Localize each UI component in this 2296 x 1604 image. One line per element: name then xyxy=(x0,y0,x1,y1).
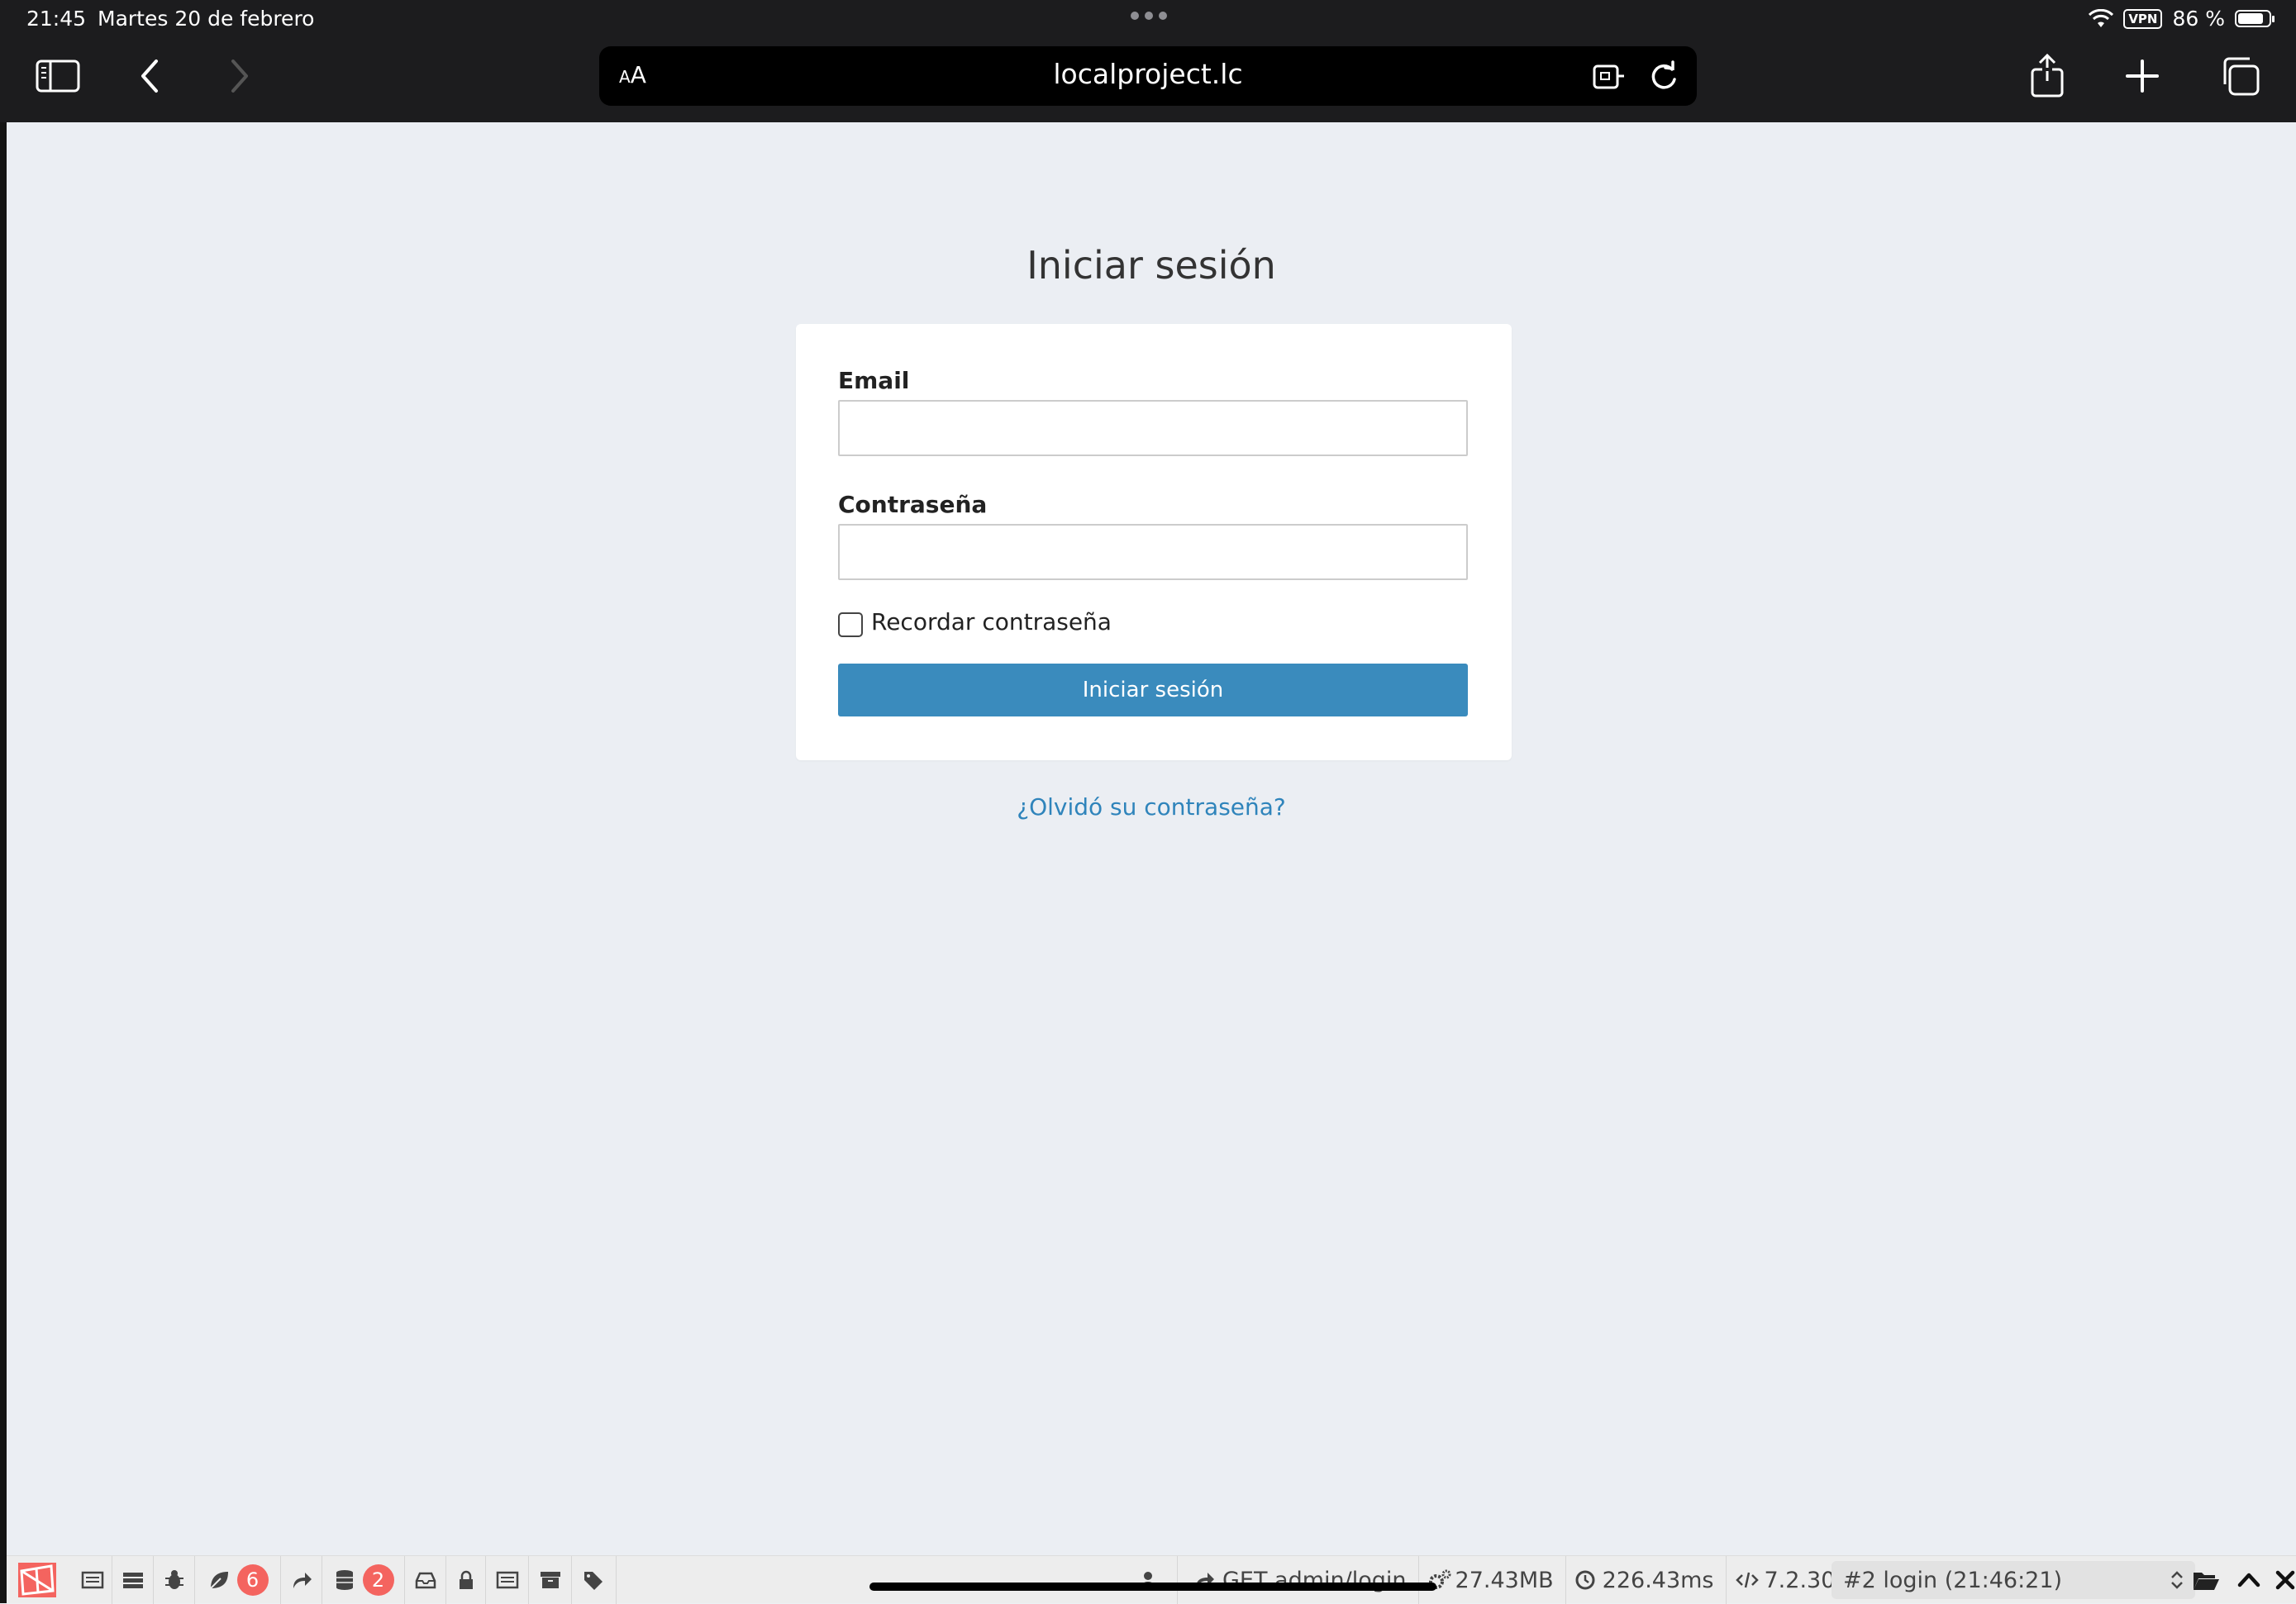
archive-icon xyxy=(540,1572,560,1588)
views-tab[interactable]: 6 xyxy=(195,1556,281,1604)
status-bar: 21:45 Martes 20 de febrero VPN 86 % xyxy=(0,0,2296,38)
sidebar-icon[interactable] xyxy=(35,53,81,99)
bug-icon xyxy=(164,1570,183,1589)
multitasking-dots-icon[interactable] xyxy=(1131,12,1167,20)
exceptions-tab[interactable] xyxy=(154,1556,195,1604)
tags-icon xyxy=(584,1572,603,1590)
mails-tab[interactable] xyxy=(405,1556,446,1604)
clock-icon xyxy=(1575,1570,1595,1590)
password-field[interactable] xyxy=(838,524,1468,580)
page-title: Iniciar sesión xyxy=(1027,243,1276,288)
reload-icon[interactable] xyxy=(1646,58,1682,94)
timeline-tab[interactable] xyxy=(112,1556,154,1604)
share-icon[interactable] xyxy=(2024,53,2070,99)
close-icon[interactable] xyxy=(2275,1569,2296,1591)
home-indicator[interactable] xyxy=(869,1583,1436,1591)
memory-usage: 27.43MB xyxy=(1455,1567,1554,1593)
route-tab[interactable] xyxy=(281,1556,322,1604)
debug-request-info: GET admin/login 27.43MB 226.43ms 7.2.30 xyxy=(1137,1556,1835,1604)
inbox-icon xyxy=(415,1572,436,1589)
status-indicators: VPN 86 % xyxy=(2089,7,2275,31)
session-icon xyxy=(496,1571,518,1589)
folder-open-icon[interactable] xyxy=(2192,1568,2220,1592)
extension-icon[interactable] xyxy=(1591,58,1627,94)
wifi-icon xyxy=(2089,8,2114,27)
forward-icon[interactable] xyxy=(215,53,261,99)
email-field[interactable] xyxy=(838,400,1468,456)
gate-tab[interactable] xyxy=(446,1556,486,1604)
password-label: Contraseña xyxy=(838,491,988,518)
split-view-border xyxy=(0,122,7,1603)
code-icon xyxy=(1735,1572,1759,1588)
share-arrow-icon xyxy=(293,1573,312,1588)
divider xyxy=(1725,1556,1727,1604)
email-label: Email xyxy=(838,367,910,394)
request-history-select[interactable]: #2 login (21:46:21) xyxy=(1832,1561,2195,1599)
browser-chrome: 21:45 Martes 20 de febrero VPN 86 % AA l… xyxy=(0,0,2296,122)
database-icon xyxy=(336,1570,353,1590)
views-count-badge: 6 xyxy=(236,1564,269,1596)
request-duration: 226.43ms xyxy=(1602,1567,1714,1593)
forgot-password-link[interactable]: ¿Olvidó su contraseña? xyxy=(7,793,2296,821)
status-date: Martes 20 de febrero xyxy=(98,7,315,31)
lock-icon xyxy=(459,1570,473,1589)
divider xyxy=(1417,1556,1419,1604)
timeline-icon xyxy=(122,1573,143,1588)
messages-icon xyxy=(81,1571,103,1589)
url-text[interactable]: localproject.lc xyxy=(599,58,1697,90)
debug-bar: 6 2 GET admin/login 27.43MB 226.43ms 7.2… xyxy=(7,1555,2296,1604)
remember-checkbox[interactable] xyxy=(838,612,863,637)
debugbar-logo-icon[interactable] xyxy=(18,1563,56,1597)
request-tab[interactable] xyxy=(529,1556,572,1604)
battery-icon xyxy=(2235,10,2275,27)
new-tab-icon[interactable] xyxy=(2119,53,2165,99)
select-arrows-icon xyxy=(2171,1571,2183,1589)
php-version: 7.2.30 xyxy=(1764,1567,1836,1593)
remember-label[interactable]: Recordar contraseña xyxy=(871,608,1112,635)
vpn-badge: VPN xyxy=(2123,8,2163,29)
login-page: Iniciar sesión Email Contraseña Recordar… xyxy=(7,122,2296,1555)
divider xyxy=(1565,1556,1566,1604)
request-select-value: #2 login (21:46:21) xyxy=(1843,1567,2063,1593)
leaf-icon xyxy=(208,1572,228,1590)
divider xyxy=(1177,1556,1178,1604)
battery-percent: 86 % xyxy=(2172,7,2225,31)
chevron-up-icon[interactable] xyxy=(2236,1568,2261,1592)
models-tab[interactable] xyxy=(572,1556,617,1604)
login-form: Email Contraseña Recordar contraseña Ini… xyxy=(796,324,1512,760)
back-icon[interactable] xyxy=(128,53,174,99)
session-tab[interactable] xyxy=(486,1556,529,1604)
address-bar[interactable]: AA localproject.lc xyxy=(599,46,1697,106)
queries-tab[interactable]: 2 xyxy=(322,1556,405,1604)
queries-count-badge: 2 xyxy=(362,1564,394,1596)
login-button[interactable]: Iniciar sesión xyxy=(838,664,1468,716)
tabs-overview-icon[interactable] xyxy=(2217,53,2263,99)
status-time: 21:45 xyxy=(26,7,87,31)
messages-tab[interactable] xyxy=(73,1556,112,1604)
